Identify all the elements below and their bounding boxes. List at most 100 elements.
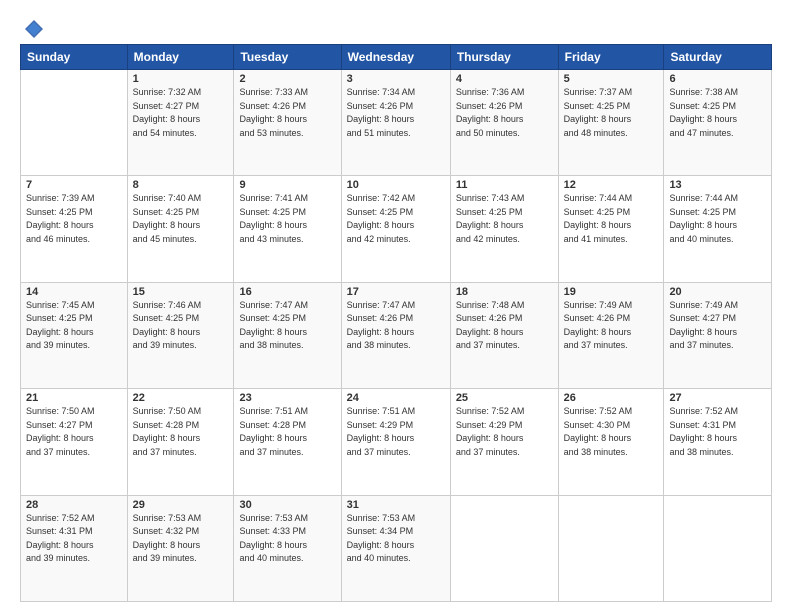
calendar-cell: 13Sunrise: 7:44 AM Sunset: 4:25 PM Dayli…	[664, 176, 772, 282]
calendar-cell: 3Sunrise: 7:34 AM Sunset: 4:26 PM Daylig…	[341, 70, 450, 176]
day-info: Sunrise: 7:52 AM Sunset: 4:31 PM Dayligh…	[669, 405, 766, 459]
calendar-cell: 17Sunrise: 7:47 AM Sunset: 4:26 PM Dayli…	[341, 282, 450, 388]
calendar-cell	[558, 495, 664, 601]
day-number: 29	[133, 499, 229, 511]
day-info: Sunrise: 7:46 AM Sunset: 4:25 PM Dayligh…	[133, 299, 229, 353]
day-info: Sunrise: 7:41 AM Sunset: 4:25 PM Dayligh…	[239, 192, 335, 246]
day-number: 19	[564, 286, 659, 298]
calendar-header: SundayMondayTuesdayWednesdayThursdayFrid…	[21, 45, 772, 70]
calendar-cell: 1Sunrise: 7:32 AM Sunset: 4:27 PM Daylig…	[127, 70, 234, 176]
day-number: 31	[347, 499, 445, 511]
day-info: Sunrise: 7:53 AM Sunset: 4:34 PM Dayligh…	[347, 512, 445, 566]
weekday-header-sunday: Sunday	[21, 45, 128, 70]
day-info: Sunrise: 7:42 AM Sunset: 4:25 PM Dayligh…	[347, 192, 445, 246]
day-info: Sunrise: 7:38 AM Sunset: 4:25 PM Dayligh…	[669, 86, 766, 140]
day-number: 12	[564, 179, 659, 191]
day-info: Sunrise: 7:32 AM Sunset: 4:27 PM Dayligh…	[133, 86, 229, 140]
calendar-cell: 31Sunrise: 7:53 AM Sunset: 4:34 PM Dayli…	[341, 495, 450, 601]
day-info: Sunrise: 7:45 AM Sunset: 4:25 PM Dayligh…	[26, 299, 122, 353]
calendar-cell: 11Sunrise: 7:43 AM Sunset: 4:25 PM Dayli…	[450, 176, 558, 282]
calendar-cell: 19Sunrise: 7:49 AM Sunset: 4:26 PM Dayli…	[558, 282, 664, 388]
calendar-cell: 26Sunrise: 7:52 AM Sunset: 4:30 PM Dayli…	[558, 389, 664, 495]
calendar-cell	[450, 495, 558, 601]
day-number: 8	[133, 179, 229, 191]
logo	[20, 18, 45, 34]
calendar-cell: 27Sunrise: 7:52 AM Sunset: 4:31 PM Dayli…	[664, 389, 772, 495]
day-info: Sunrise: 7:36 AM Sunset: 4:26 PM Dayligh…	[456, 86, 553, 140]
day-info: Sunrise: 7:51 AM Sunset: 4:28 PM Dayligh…	[239, 405, 335, 459]
calendar-cell: 9Sunrise: 7:41 AM Sunset: 4:25 PM Daylig…	[234, 176, 341, 282]
day-number: 3	[347, 73, 445, 85]
calendar-cell	[664, 495, 772, 601]
day-number: 20	[669, 286, 766, 298]
calendar-cell	[21, 70, 128, 176]
calendar-cell: 5Sunrise: 7:37 AM Sunset: 4:25 PM Daylig…	[558, 70, 664, 176]
week-row-3: 14Sunrise: 7:45 AM Sunset: 4:25 PM Dayli…	[21, 282, 772, 388]
day-info: Sunrise: 7:52 AM Sunset: 4:30 PM Dayligh…	[564, 405, 659, 459]
day-info: Sunrise: 7:37 AM Sunset: 4:25 PM Dayligh…	[564, 86, 659, 140]
day-number: 27	[669, 392, 766, 404]
calendar-cell: 18Sunrise: 7:48 AM Sunset: 4:26 PM Dayli…	[450, 282, 558, 388]
calendar-body: 1Sunrise: 7:32 AM Sunset: 4:27 PM Daylig…	[21, 70, 772, 602]
calendar-cell: 24Sunrise: 7:51 AM Sunset: 4:29 PM Dayli…	[341, 389, 450, 495]
day-info: Sunrise: 7:50 AM Sunset: 4:27 PM Dayligh…	[26, 405, 122, 459]
weekday-header-monday: Monday	[127, 45, 234, 70]
day-number: 18	[456, 286, 553, 298]
day-info: Sunrise: 7:52 AM Sunset: 4:29 PM Dayligh…	[456, 405, 553, 459]
day-number: 9	[239, 179, 335, 191]
day-info: Sunrise: 7:52 AM Sunset: 4:31 PM Dayligh…	[26, 512, 122, 566]
weekday-header-saturday: Saturday	[664, 45, 772, 70]
day-info: Sunrise: 7:33 AM Sunset: 4:26 PM Dayligh…	[239, 86, 335, 140]
calendar-page: SundayMondayTuesdayWednesdayThursdayFrid…	[0, 0, 792, 612]
day-number: 4	[456, 73, 553, 85]
week-row-4: 21Sunrise: 7:50 AM Sunset: 4:27 PM Dayli…	[21, 389, 772, 495]
calendar-table: SundayMondayTuesdayWednesdayThursdayFrid…	[20, 44, 772, 602]
day-info: Sunrise: 7:39 AM Sunset: 4:25 PM Dayligh…	[26, 192, 122, 246]
day-number: 10	[347, 179, 445, 191]
day-number: 7	[26, 179, 122, 191]
header	[20, 18, 772, 34]
calendar-cell: 30Sunrise: 7:53 AM Sunset: 4:33 PM Dayli…	[234, 495, 341, 601]
week-row-2: 7Sunrise: 7:39 AM Sunset: 4:25 PM Daylig…	[21, 176, 772, 282]
day-number: 23	[239, 392, 335, 404]
day-info: Sunrise: 7:43 AM Sunset: 4:25 PM Dayligh…	[456, 192, 553, 246]
day-number: 5	[564, 73, 659, 85]
day-info: Sunrise: 7:49 AM Sunset: 4:26 PM Dayligh…	[564, 299, 659, 353]
day-number: 28	[26, 499, 122, 511]
day-info: Sunrise: 7:40 AM Sunset: 4:25 PM Dayligh…	[133, 192, 229, 246]
day-number: 30	[239, 499, 335, 511]
day-number: 15	[133, 286, 229, 298]
day-number: 2	[239, 73, 335, 85]
day-info: Sunrise: 7:51 AM Sunset: 4:29 PM Dayligh…	[347, 405, 445, 459]
weekday-header-thursday: Thursday	[450, 45, 558, 70]
day-number: 16	[239, 286, 335, 298]
day-info: Sunrise: 7:47 AM Sunset: 4:25 PM Dayligh…	[239, 299, 335, 353]
calendar-cell: 2Sunrise: 7:33 AM Sunset: 4:26 PM Daylig…	[234, 70, 341, 176]
day-info: Sunrise: 7:53 AM Sunset: 4:33 PM Dayligh…	[239, 512, 335, 566]
weekday-header-row: SundayMondayTuesdayWednesdayThursdayFrid…	[21, 45, 772, 70]
day-number: 17	[347, 286, 445, 298]
calendar-cell: 6Sunrise: 7:38 AM Sunset: 4:25 PM Daylig…	[664, 70, 772, 176]
calendar-cell: 22Sunrise: 7:50 AM Sunset: 4:28 PM Dayli…	[127, 389, 234, 495]
calendar-cell: 8Sunrise: 7:40 AM Sunset: 4:25 PM Daylig…	[127, 176, 234, 282]
calendar-cell: 16Sunrise: 7:47 AM Sunset: 4:25 PM Dayli…	[234, 282, 341, 388]
day-info: Sunrise: 7:47 AM Sunset: 4:26 PM Dayligh…	[347, 299, 445, 353]
weekday-header-tuesday: Tuesday	[234, 45, 341, 70]
weekday-header-wednesday: Wednesday	[341, 45, 450, 70]
calendar-cell: 4Sunrise: 7:36 AM Sunset: 4:26 PM Daylig…	[450, 70, 558, 176]
day-info: Sunrise: 7:49 AM Sunset: 4:27 PM Dayligh…	[669, 299, 766, 353]
calendar-cell: 10Sunrise: 7:42 AM Sunset: 4:25 PM Dayli…	[341, 176, 450, 282]
day-number: 14	[26, 286, 122, 298]
day-number: 21	[26, 392, 122, 404]
day-info: Sunrise: 7:44 AM Sunset: 4:25 PM Dayligh…	[669, 192, 766, 246]
week-row-1: 1Sunrise: 7:32 AM Sunset: 4:27 PM Daylig…	[21, 70, 772, 176]
calendar-cell: 14Sunrise: 7:45 AM Sunset: 4:25 PM Dayli…	[21, 282, 128, 388]
day-info: Sunrise: 7:34 AM Sunset: 4:26 PM Dayligh…	[347, 86, 445, 140]
day-number: 13	[669, 179, 766, 191]
calendar-cell: 15Sunrise: 7:46 AM Sunset: 4:25 PM Dayli…	[127, 282, 234, 388]
calendar-cell: 21Sunrise: 7:50 AM Sunset: 4:27 PM Dayli…	[21, 389, 128, 495]
calendar-cell: 29Sunrise: 7:53 AM Sunset: 4:32 PM Dayli…	[127, 495, 234, 601]
calendar-cell: 25Sunrise: 7:52 AM Sunset: 4:29 PM Dayli…	[450, 389, 558, 495]
day-info: Sunrise: 7:44 AM Sunset: 4:25 PM Dayligh…	[564, 192, 659, 246]
day-number: 1	[133, 73, 229, 85]
